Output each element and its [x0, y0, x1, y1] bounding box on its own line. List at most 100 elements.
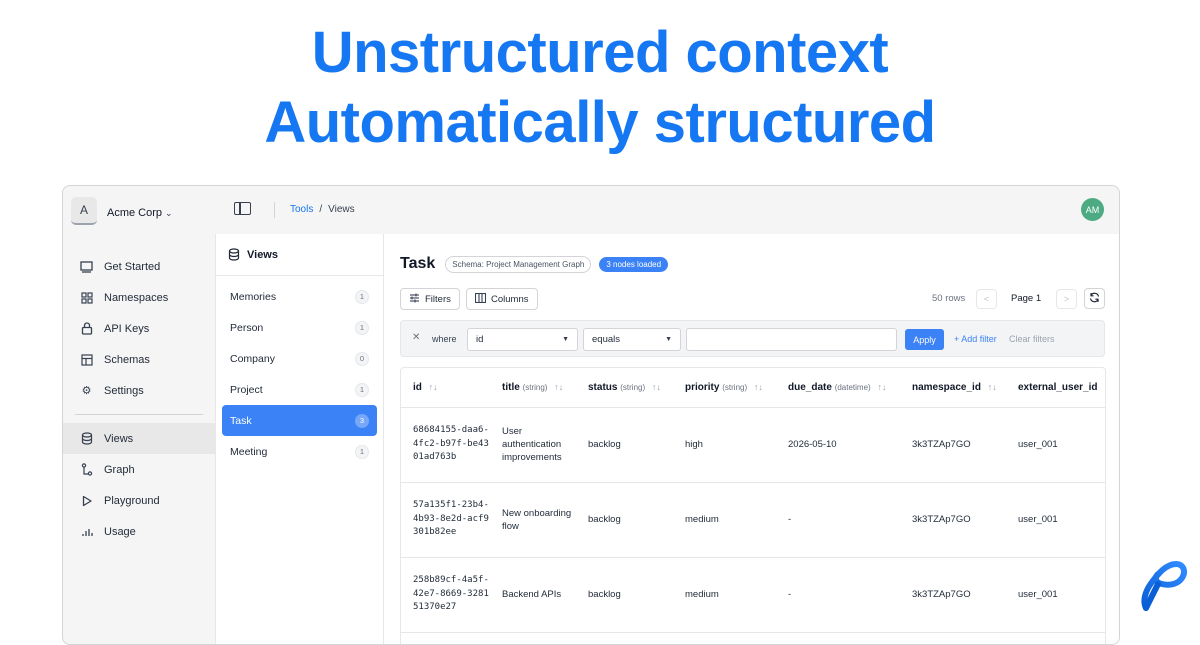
- column-name: title: [502, 381, 520, 393]
- cell-title: Backend APIs: [490, 557, 576, 633]
- cell-status: backlog: [576, 482, 673, 558]
- apply-button[interactable]: Apply: [905, 329, 944, 350]
- page-title: Task: [400, 255, 436, 272]
- cell-id: 258b89cf-4a5f-42e7-8669-328151370e27: [401, 557, 490, 633]
- org-avatar[interactable]: A: [71, 197, 97, 225]
- sidebar-item-get-started[interactable]: Get Started: [63, 251, 215, 282]
- table-row[interactable]: 57a135f1-23b4-4b93-8e2d-acf9301b82ee New…: [401, 482, 1105, 558]
- sort-icon[interactable]: ↑↓: [554, 382, 563, 392]
- cell-namespace-id: 3k3TZAp7GO: [900, 407, 1006, 483]
- sidebar-item-namespaces[interactable]: Namespaces: [63, 282, 215, 313]
- sidebar-item-settings[interactable]: ⚙ Settings: [63, 375, 215, 406]
- column-name: priority: [685, 381, 720, 393]
- cell-id: 57a135f1-23b4-4b93-8e2d-acf9301b82ee: [401, 482, 490, 558]
- column-name: due_date: [788, 381, 832, 393]
- filter-value-input[interactable]: [686, 328, 897, 351]
- clear-filters-link[interactable]: Clear filters: [1009, 334, 1055, 344]
- column-header-status[interactable]: status (string) ↑↓: [576, 368, 673, 408]
- column-header-id[interactable]: id ↑↓: [401, 368, 490, 408]
- filter-operator-value: equals: [592, 334, 620, 345]
- play-icon: [80, 494, 93, 507]
- hero-line-1: Unstructured context: [311, 20, 889, 85]
- org-switcher[interactable]: Acme Corp ⌄: [107, 207, 173, 219]
- filter-field-select[interactable]: id ▼: [467, 328, 578, 351]
- view-item-memories[interactable]: Memories 1: [222, 281, 377, 312]
- sidebar-item-label: Settings: [104, 384, 144, 397]
- close-icon[interactable]: ✕: [412, 332, 420, 343]
- sidebar-item-label: Graph: [104, 463, 135, 476]
- column-name: external_user_id: [1018, 381, 1098, 393]
- columns-button[interactable]: Columns: [466, 288, 538, 310]
- sidebar-item-label: Views: [104, 432, 134, 445]
- breadcrumb-tools[interactable]: Tools: [290, 204, 313, 215]
- sort-icon[interactable]: ↑↓: [988, 382, 997, 392]
- columns-label: Columns: [491, 293, 529, 305]
- sidebar-item-label: Playground: [104, 494, 160, 507]
- view-item-label: Person: [230, 321, 264, 334]
- monitor-icon: [80, 260, 93, 273]
- column-header-namespace-id[interactable]: namespace_id ↑↓: [900, 368, 1006, 408]
- view-item-task[interactable]: Task 3: [222, 405, 377, 436]
- cell-namespace-id: 3k3TZAp7GO: [900, 482, 1006, 558]
- cell-status: backlog: [576, 557, 673, 633]
- cell-priority: medium: [673, 557, 776, 633]
- database-icon: [80, 432, 93, 445]
- table-row[interactable]: 258b89cf-4a5f-42e7-8669-328151370e27 Bac…: [401, 557, 1105, 633]
- column-name: status: [588, 381, 618, 393]
- nodes-loaded-badge: 3 nodes loaded: [599, 256, 669, 272]
- view-item-meeting[interactable]: Meeting 1: [222, 436, 377, 467]
- column-type: (datetime): [834, 382, 871, 392]
- view-item-project[interactable]: Project 1: [222, 374, 377, 405]
- count-badge: 3: [355, 413, 369, 428]
- refresh-button[interactable]: [1084, 288, 1105, 309]
- top-bar: A Acme Corp ⌄ Tools / Views AM: [63, 186, 1119, 234]
- filter-operator-select[interactable]: equals ▼: [583, 328, 681, 351]
- cell-namespace-id: 3k3TZAp7GO: [900, 557, 1006, 633]
- view-item-person[interactable]: Person 1: [222, 312, 377, 343]
- divider: [274, 202, 275, 218]
- filters-button[interactable]: Filters: [400, 288, 460, 310]
- column-name: namespace_id: [912, 381, 981, 393]
- page-indicator: Page 1: [1011, 293, 1042, 304]
- view-item-label: Company: [230, 352, 275, 365]
- view-item-label: Memories: [230, 290, 277, 303]
- org-name: Acme Corp: [107, 207, 163, 219]
- cell-due-date: 2026-05-10: [776, 407, 900, 483]
- cell-id: 68684155-daa6-4fc2-b97f-be4301ad763b: [401, 407, 490, 483]
- column-header-external-user-id[interactable]: external_user_id: [1006, 368, 1105, 408]
- sliders-icon: [409, 293, 420, 306]
- view-item-label: Task: [230, 414, 252, 427]
- sidebar-item-playground[interactable]: Playground: [63, 485, 215, 516]
- column-header-title[interactable]: title (string) ↑↓: [490, 368, 576, 408]
- gear-icon: ⚙: [81, 385, 92, 397]
- sort-icon[interactable]: ↑↓: [652, 382, 661, 392]
- sidebar-item-label: API Keys: [104, 322, 150, 335]
- user-avatar[interactable]: AM: [1081, 198, 1104, 221]
- sidebar-item-usage[interactable]: Usage: [63, 516, 215, 547]
- cell-external-user-id: user_001: [1006, 482, 1105, 558]
- divider: [75, 414, 203, 415]
- schema-badge: Schema: Project Management Graph: [445, 255, 592, 273]
- view-item-company[interactable]: Company 0: [222, 343, 377, 374]
- table-row[interactable]: 68684155-daa6-4fc2-b97f-be4301ad763b Use…: [401, 407, 1105, 483]
- chevron-down-icon: ⌄: [165, 208, 173, 218]
- next-page-button[interactable]: >: [1056, 289, 1077, 309]
- column-header-priority[interactable]: priority (string) ↑↓: [673, 368, 776, 408]
- sidebar-item-graph[interactable]: Graph: [63, 454, 215, 485]
- sort-icon[interactable]: ↑↓: [429, 382, 438, 392]
- sidebar-toggle-icon[interactable]: [234, 202, 251, 215]
- prev-page-button[interactable]: <: [976, 289, 997, 309]
- sidebar-nav: Get Started Namespaces API Keys Schemas …: [63, 234, 215, 547]
- cell-priority: medium: [673, 482, 776, 558]
- views-panel-title: Views: [247, 248, 278, 261]
- cell-external-user-id: user_001: [1006, 557, 1105, 633]
- add-filter-link[interactable]: + Add filter: [954, 334, 997, 344]
- column-header-due-date[interactable]: due_date (datetime) ↑↓: [776, 368, 900, 408]
- sort-icon[interactable]: ↑↓: [754, 382, 763, 392]
- sidebar-item-api-keys[interactable]: API Keys: [63, 313, 215, 344]
- title-row: Task Schema: Project Management Graph 3 …: [400, 255, 669, 273]
- sidebar-item-schemas[interactable]: Schemas: [63, 344, 215, 375]
- lock-icon: [80, 322, 93, 335]
- sort-icon[interactable]: ↑↓: [877, 382, 886, 392]
- sidebar-item-views[interactable]: Views: [63, 423, 215, 454]
